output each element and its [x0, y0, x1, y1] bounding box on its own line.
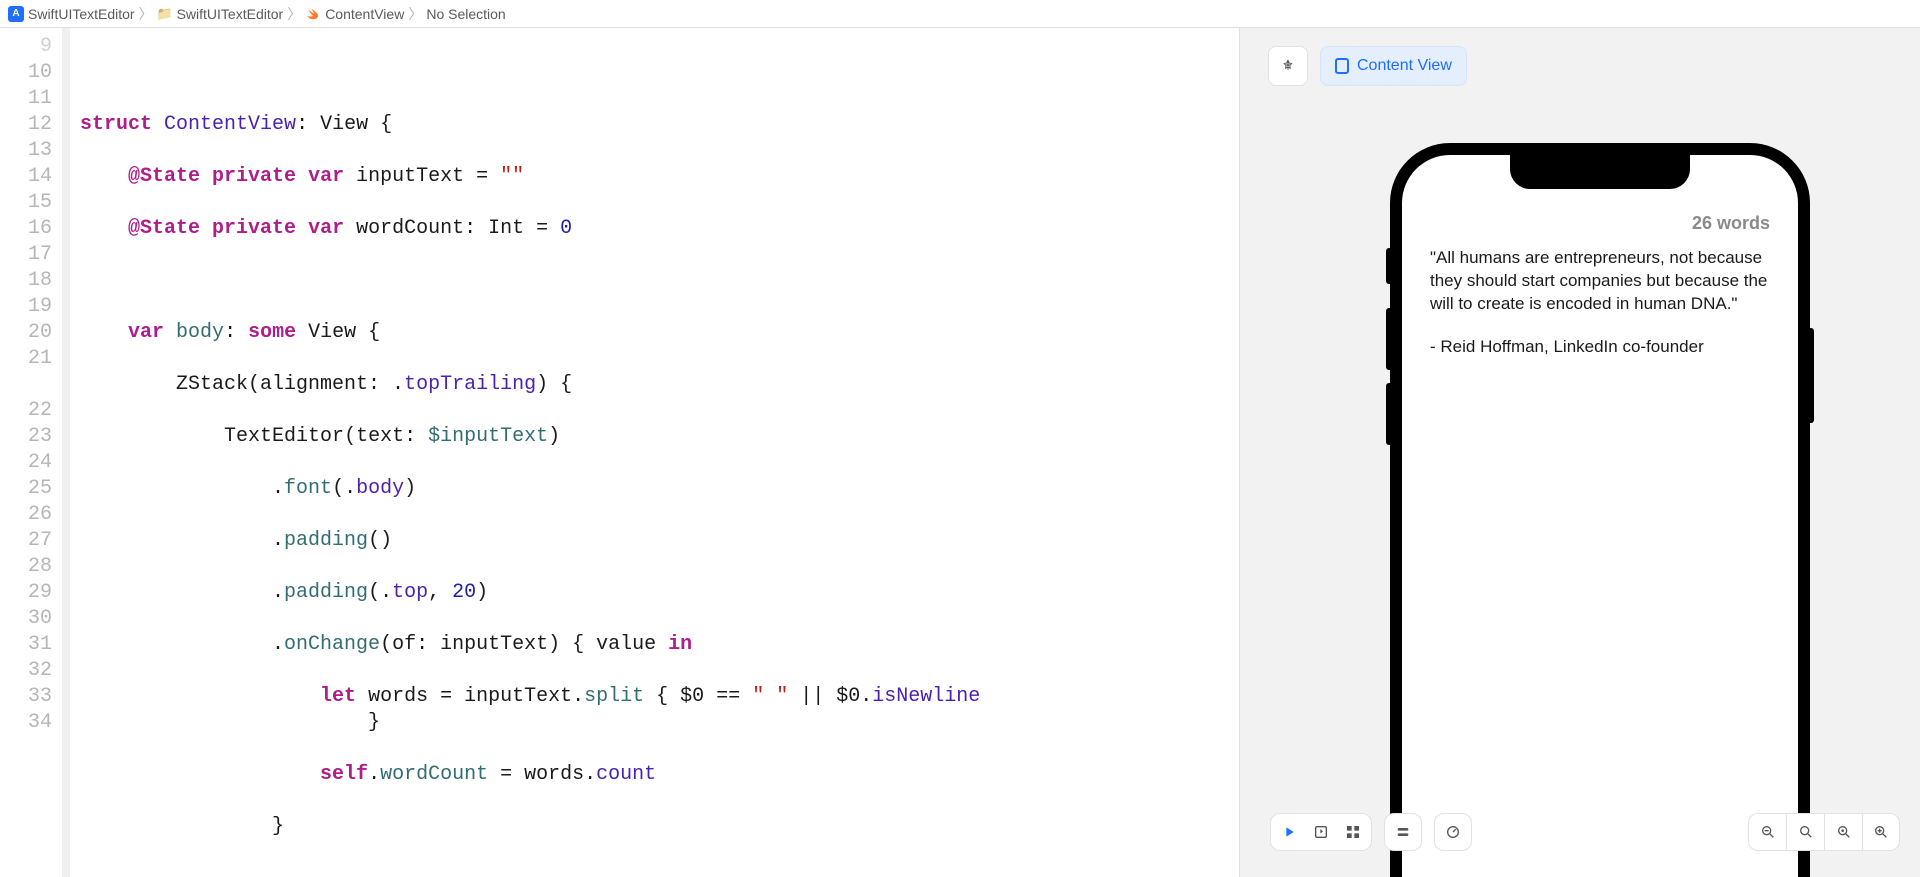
- canvas-settings-button[interactable]: [1434, 813, 1472, 851]
- line-number: 24: [0, 450, 52, 476]
- device-screen[interactable]: 26 words "All humans are entrepreneurs, …: [1402, 155, 1798, 877]
- device-volume-up: [1386, 308, 1390, 370]
- line-number: 28: [0, 554, 52, 580]
- gauge-icon: [1445, 824, 1461, 840]
- line-number: 33: [0, 684, 52, 710]
- breadcrumb-item-project[interactable]: SwiftUITextEditor: [28, 6, 135, 22]
- folder-icon: [157, 6, 173, 22]
- breadcrumb-item-group[interactable]: SwiftUITextEditor: [177, 6, 284, 22]
- chevron-right-icon: 〉: [287, 4, 301, 24]
- artboard-icon: [1335, 58, 1349, 74]
- line-number: 32: [0, 658, 52, 684]
- word-count-label: 26 words: [1692, 213, 1770, 234]
- line-number: 30: [0, 606, 52, 632]
- zoom-in-button[interactable]: [1862, 813, 1900, 851]
- breadcrumb-item-selection[interactable]: No Selection: [426, 6, 505, 22]
- line-number: 17: [0, 242, 52, 268]
- device-notch: [1510, 155, 1690, 189]
- line-number: 9: [0, 34, 52, 60]
- line-number: 10: [0, 60, 52, 86]
- line-number: 14: [0, 164, 52, 190]
- sliders-icon: [1395, 824, 1411, 840]
- line-number: 21: [0, 346, 52, 398]
- line-number: 11: [0, 86, 52, 112]
- preview-controls-pill: [1270, 813, 1372, 851]
- chevron-right-icon: 〉: [408, 4, 422, 24]
- line-number: 34: [0, 710, 52, 736]
- pin-icon: [1280, 58, 1296, 74]
- line-number: 22: [0, 398, 52, 424]
- selectable-button[interactable]: [1313, 824, 1329, 840]
- chevron-right-icon: 〉: [139, 4, 153, 24]
- line-number: 23: [0, 424, 52, 450]
- preview-selector-label: Content View: [1357, 57, 1452, 75]
- line-number: 15: [0, 190, 52, 216]
- line-number: 25: [0, 476, 52, 502]
- live-preview-button[interactable]: [1281, 824, 1297, 840]
- line-number-gutter: 9 10 11 12 13 14 15 16 17 18 19 20 21 22…: [0, 28, 62, 877]
- quote-attribution: - Reid Hoffman, LinkedIn co-founder: [1430, 336, 1770, 359]
- app-icon: A: [8, 6, 24, 22]
- line-number: 12: [0, 112, 52, 138]
- device-settings-button[interactable]: [1384, 813, 1422, 851]
- variants-button[interactable]: [1345, 824, 1361, 840]
- device-mute-switch: [1386, 248, 1390, 284]
- device-side-button: [1810, 328, 1814, 423]
- line-number: 16: [0, 216, 52, 242]
- line-number: 18: [0, 268, 52, 294]
- fold-ribbon[interactable]: [62, 28, 70, 877]
- line-number: 13: [0, 138, 52, 164]
- line-number: 19: [0, 294, 52, 320]
- preview-selector-chip[interactable]: Content View: [1320, 46, 1467, 86]
- zoom-100-button[interactable]: [1786, 813, 1824, 851]
- preview-canvas[interactable]: Content View 26 words "All humans are en…: [1240, 28, 1920, 877]
- line-number: 27: [0, 528, 52, 554]
- zoom-out-button[interactable]: [1748, 813, 1786, 851]
- code-area[interactable]: struct ContentView: View { @State privat…: [70, 28, 1239, 877]
- code-editor[interactable]: 9 10 11 12 13 14 15 16 17 18 19 20 21 22…: [0, 28, 1240, 877]
- text-editor-content[interactable]: "All humans are entrepreneurs, not becau…: [1430, 247, 1770, 359]
- breadcrumb-item-file[interactable]: ContentView: [325, 6, 404, 22]
- breadcrumb: A SwiftUITextEditor 〉 SwiftUITextEditor …: [0, 0, 1920, 28]
- line-number: 26: [0, 502, 52, 528]
- device-volume-down: [1386, 383, 1390, 445]
- zoom-out-icon: [1760, 824, 1776, 840]
- line-number: 20: [0, 320, 52, 346]
- zoom-fit-button[interactable]: [1824, 813, 1862, 851]
- device-frame: 26 words "All humans are entrepreneurs, …: [1390, 143, 1810, 877]
- quote-text: "All humans are entrepreneurs, not becau…: [1430, 247, 1770, 316]
- pin-preview-button[interactable]: [1268, 46, 1308, 86]
- zoom-fit-icon: [1836, 824, 1852, 840]
- line-number: 29: [0, 580, 52, 606]
- line-number: 31: [0, 632, 52, 658]
- zoom-in-icon: [1873, 824, 1889, 840]
- zoom-controls: [1748, 813, 1900, 851]
- swift-icon: [305, 6, 321, 22]
- zoom-actual-icon: [1798, 824, 1814, 840]
